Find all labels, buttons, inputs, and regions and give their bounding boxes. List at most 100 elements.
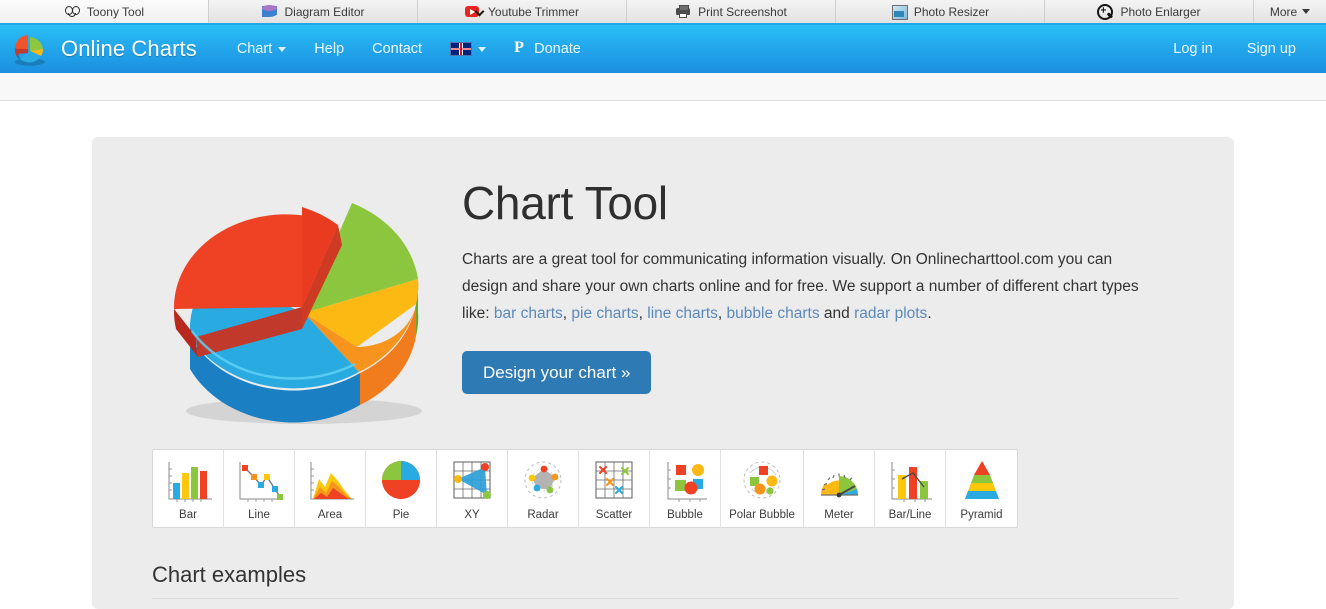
hero-section: Chart Tool Charts are a great tool for c… xyxy=(152,161,1178,429)
nav-item-contact[interactable]: Contact xyxy=(358,35,436,63)
chart-type-selector: Bar Line Area Pie XY Radar Scatter Bubbl… xyxy=(152,449,1018,528)
polar-bubble-chart-icon xyxy=(734,457,790,507)
separator: , xyxy=(638,304,648,322)
chevron-down-icon xyxy=(478,46,487,52)
chart-type-meter[interactable]: Meter xyxy=(804,450,875,527)
page-body: Chart Tool Charts are a great tool for c… xyxy=(0,101,1326,609)
tab-label: More xyxy=(1269,4,1298,19)
nav-account-actions: Log in Sign up xyxy=(1161,35,1308,63)
paypal-icon xyxy=(514,39,528,57)
pyramid-chart-icon xyxy=(954,457,1010,507)
tab-photo-resizer[interactable]: Photo Resizer xyxy=(836,0,1045,23)
chart-type-pie[interactable]: Pie xyxy=(366,450,437,527)
tab-label: Print Screenshot xyxy=(698,4,787,19)
line-chart-icon xyxy=(231,457,287,507)
chart-type-line[interactable]: Line xyxy=(224,450,295,527)
login-link[interactable]: Log in xyxy=(1161,35,1225,63)
separator: and xyxy=(819,304,855,322)
paragraph-end: . xyxy=(927,304,932,322)
hero-paragraph: Charts are a great tool for communicatin… xyxy=(462,247,1162,327)
chart-type-area[interactable]: Area xyxy=(295,450,366,527)
tab-more-menu[interactable]: More xyxy=(1254,0,1326,23)
chart-type-label: Pie xyxy=(392,509,410,521)
pie-chart-logo-icon xyxy=(8,29,52,69)
chart-examples-heading: Chart examples xyxy=(152,562,1178,599)
brand-name: Online Charts xyxy=(61,36,197,61)
diagram-editor-icon xyxy=(261,4,278,19)
pie-chart-icon xyxy=(373,457,429,507)
link-bar-charts[interactable]: bar charts xyxy=(494,305,563,322)
printer-icon xyxy=(675,4,692,19)
link-pie-charts[interactable]: pie charts xyxy=(571,305,638,322)
bar-line-chart-icon xyxy=(882,457,938,507)
chart-type-bar-line[interactable]: Bar/Line xyxy=(875,450,946,527)
link-line-charts[interactable]: line charts xyxy=(647,305,718,322)
chart-type-label: Bar/Line xyxy=(888,509,932,521)
chart-type-label: Pyramid xyxy=(960,509,1003,521)
nav-item-help[interactable]: Help xyxy=(300,35,358,63)
tab-diagram-editor[interactable]: Diagram Editor xyxy=(209,0,418,23)
link-bubble-charts[interactable]: bubble charts xyxy=(727,305,820,322)
toony-tool-icon xyxy=(64,4,81,19)
tab-toony-tool[interactable]: Toony Tool xyxy=(0,0,209,23)
login-label: Log in xyxy=(1173,41,1213,57)
donate-link[interactable]: Donate xyxy=(500,35,595,63)
area-chart-icon xyxy=(302,457,358,507)
separator: , xyxy=(717,304,727,322)
tab-label: Diagram Editor xyxy=(284,4,365,19)
meter-chart-icon xyxy=(811,457,867,507)
chart-type-xy[interactable]: XY xyxy=(437,450,508,527)
language-selector[interactable] xyxy=(436,36,500,62)
page-title: Chart Tool xyxy=(462,177,668,229)
chart-type-scatter[interactable]: Scatter xyxy=(579,450,650,527)
content-panel: Chart Tool Charts are a great tool for c… xyxy=(92,137,1234,609)
uk-flag-icon xyxy=(450,42,473,56)
tab-print-screenshot[interactable]: Print Screenshot xyxy=(627,0,836,23)
chart-type-radar[interactable]: Radar xyxy=(508,450,579,527)
tab-photo-enlarger[interactable]: Photo Enlarger xyxy=(1045,0,1254,23)
sub-navbar xyxy=(0,73,1326,101)
photo-resizer-icon xyxy=(891,4,908,20)
chart-type-label: Polar Bubble xyxy=(729,509,795,521)
chart-type-bubble[interactable]: Bubble xyxy=(650,450,721,527)
link-radar-plots[interactable]: radar plots xyxy=(854,305,927,322)
nav-links: Chart Help Contact Donate xyxy=(223,35,595,63)
nav-item-label: Help xyxy=(314,41,345,57)
signup-label: Sign up xyxy=(1246,41,1296,57)
tab-label: Youtube Trimmer xyxy=(488,4,579,19)
chart-type-label: XY xyxy=(464,509,480,521)
tab-label: Toony Tool xyxy=(86,4,145,19)
radar-chart-icon xyxy=(515,457,571,507)
hero-copy: Chart Tool Charts are a great tool for c… xyxy=(462,161,1178,395)
chart-type-label: Area xyxy=(317,509,343,521)
chart-type-label: Bubble xyxy=(667,509,703,521)
brand-home-link[interactable]: Online Charts xyxy=(8,29,197,69)
tab-label: Photo Enlarger xyxy=(1120,4,1201,19)
nav-item-label: Chart xyxy=(236,41,273,57)
tab-youtube-trimmer[interactable]: Youtube Trimmer xyxy=(418,0,627,23)
nav-item-chart[interactable]: Chart xyxy=(223,35,300,63)
chevron-down-icon xyxy=(278,46,287,52)
chart-type-label: Radar xyxy=(527,509,559,521)
chart-type-bar[interactable]: Bar xyxy=(153,450,224,527)
exploded-3d-pie-chart-image xyxy=(152,161,452,429)
chart-type-label: Line xyxy=(248,509,270,521)
bar-chart-icon xyxy=(160,457,216,507)
chevron-down-icon xyxy=(1302,9,1311,14)
magnifier-plus-icon xyxy=(1097,4,1114,20)
design-your-chart-button[interactable]: Design your chart » xyxy=(462,351,652,395)
tab-label: Photo Resizer xyxy=(913,4,990,19)
signup-link[interactable]: Sign up xyxy=(1235,35,1308,63)
youtube-trimmer-icon xyxy=(465,4,485,19)
main-navbar: Online Charts Chart Help Contact Donate … xyxy=(0,25,1326,73)
chart-type-polar-bubble[interactable]: Polar Bubble xyxy=(721,450,804,527)
bubble-chart-icon xyxy=(657,457,713,507)
nav-item-label: Contact xyxy=(372,41,423,57)
scatter-chart-icon xyxy=(586,457,642,507)
chart-type-pyramid[interactable]: Pyramid xyxy=(946,450,1017,527)
product-tab-bar: Toony Tool Diagram Editor Youtube Trimme… xyxy=(0,0,1326,25)
chart-type-label: Meter xyxy=(824,509,854,521)
chart-type-label: Bar xyxy=(179,509,197,521)
xy-chart-icon xyxy=(444,457,500,507)
chart-type-label: Scatter xyxy=(595,509,633,521)
